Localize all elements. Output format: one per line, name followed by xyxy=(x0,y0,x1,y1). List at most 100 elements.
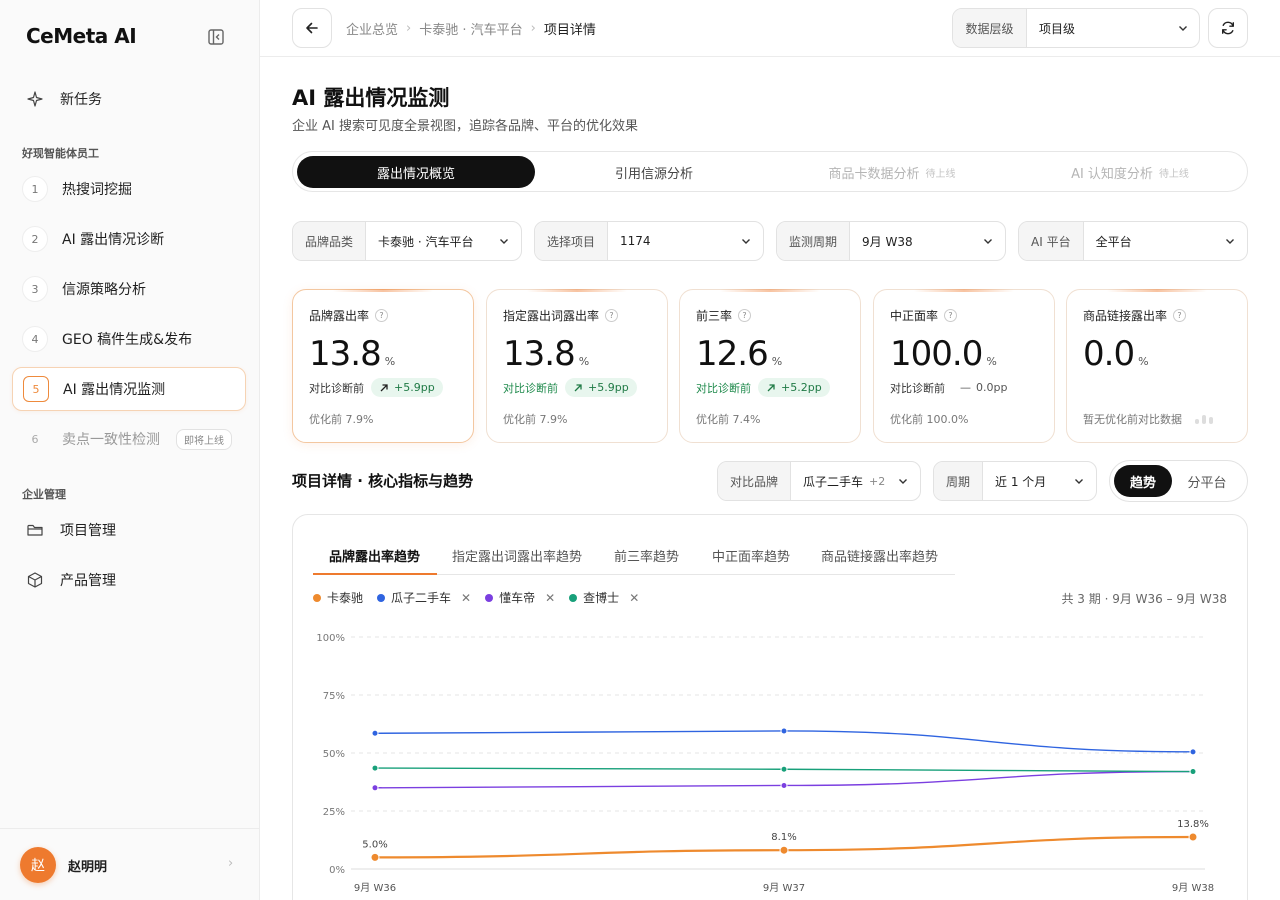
data-point xyxy=(371,764,379,772)
section-agents-title: 好现智能体员工 xyxy=(22,147,99,160)
view-mode-toggle: 趋势 分平台 xyxy=(1109,460,1248,502)
kpi-card-top3-rate[interactable]: 前三率? 12.6% 对比诊断前 +5.2pp 优化前 7.4% xyxy=(679,289,861,443)
toggle-trend[interactable]: 趋势 xyxy=(1114,465,1172,497)
comparison-label: 对比诊断前 xyxy=(696,381,751,395)
kpi-value: 13.8% xyxy=(309,334,395,374)
data-point xyxy=(370,852,380,862)
sidebar-item-exposure-diagnosis[interactable]: 2 AI 露出情况诊断 xyxy=(12,217,246,261)
kpi-value-number: 100.0 xyxy=(890,334,983,374)
kpi-name: 中正面率? xyxy=(890,307,958,324)
tab-label: 引用信源分析 xyxy=(614,166,693,182)
help-icon[interactable]: ? xyxy=(1173,309,1187,322)
back-button[interactable] xyxy=(292,8,332,48)
tab-product-card-analysis: 商品卡数据分析 待上线 xyxy=(773,156,1011,188)
kpi-before-value: 优化前 100.0% xyxy=(890,413,969,426)
filter-label: 品牌品类 xyxy=(293,222,367,260)
kpi-value-number: 12.6 xyxy=(696,334,769,374)
sidebar-item-label: GEO 稿件生成&发布 xyxy=(62,332,193,348)
data-point xyxy=(1189,748,1197,756)
kpi-card-keyword-exposure[interactable]: 指定露出词露出率? 13.8% 对比诊断前 +5.9pp 优化前 7.9% xyxy=(486,289,668,443)
y-tick-label: 100% xyxy=(316,633,345,644)
app-logo: CeMeta AI xyxy=(26,24,137,48)
delta-value: +5.2pp xyxy=(781,381,822,394)
breadcrumb-brand[interactable]: 卡泰驰 · 汽车平台 xyxy=(419,19,522,38)
sidebar-item-label: AI 露出情况诊断 xyxy=(62,232,165,248)
trend-chart-card: 品牌露出率趋势 指定露出词露出率趋势 前三率趋势 中正面率趋势 商品链接露出率趋… xyxy=(292,514,1248,900)
data-level-label: 数据层级 xyxy=(953,9,1027,47)
toggle-by-platform[interactable]: 分平台 xyxy=(1178,465,1236,497)
refresh-icon xyxy=(1222,21,1234,35)
ai-platform-select[interactable]: AI 平台 全平台 xyxy=(1018,221,1248,261)
y-tick-label: 75% xyxy=(323,691,345,702)
help-icon[interactable]: ? xyxy=(738,309,752,322)
kpi-unit: % xyxy=(578,355,590,368)
tab-source-analysis[interactable]: 引用信源分析 xyxy=(535,156,773,188)
breadcrumb-separator: › xyxy=(406,21,412,36)
data-label: 5.0% xyxy=(362,839,387,850)
kpi-name: 商品链接露出率? xyxy=(1083,307,1187,324)
delta-value: 0.0pp xyxy=(976,381,1008,394)
kpi-value-number: 13.8 xyxy=(503,334,576,374)
top-bar: 企业总览 › 卡泰驰 · 汽车平台 › 项目详情 数据层级 项目级 xyxy=(260,0,1280,57)
monitor-period-select[interactable]: 监测周期 9月 W38 xyxy=(776,221,1006,261)
refresh-button[interactable] xyxy=(1208,8,1248,48)
x-tick-label: 9月 W36 xyxy=(354,882,396,894)
section-enterprise-title: 企业管理 xyxy=(22,488,66,501)
sidebar-item-product-management[interactable]: 产品管理 xyxy=(12,558,246,602)
filter-label: 监测周期 xyxy=(777,222,851,260)
chevron-right-icon: › xyxy=(228,856,234,871)
user-profile-bar[interactable]: 赵 赵明明 › xyxy=(0,828,259,900)
data-level-value: 项目级 xyxy=(1039,21,1076,36)
data-point xyxy=(780,765,788,773)
arrow-left-icon xyxy=(306,22,318,34)
nav-number: 1 xyxy=(22,176,48,202)
period-select[interactable]: 周期 近 1 个月 xyxy=(933,461,1097,501)
new-task-button[interactable]: 新任务 xyxy=(12,77,246,121)
brand-category-select[interactable]: 品牌品类 卡泰驰 · 汽车平台 xyxy=(292,221,522,261)
kpi-before-value: 暂无优化前对比数据 xyxy=(1083,413,1182,426)
tab-ai-awareness-analysis: AI 认知度分析 待上线 xyxy=(1011,156,1249,188)
sidebar-item-geo-publish[interactable]: 4 GEO 稿件生成&发布 xyxy=(12,317,246,361)
y-tick-label: 50% xyxy=(323,749,345,760)
tab-label: 露出情况概览 xyxy=(376,166,455,182)
collapse-sidebar-icon[interactable] xyxy=(206,27,226,47)
project-select[interactable]: 选择项目 1174 xyxy=(534,221,764,261)
compare-brand-select[interactable]: 对比品牌 瓜子二手车 +2 xyxy=(717,461,921,501)
kpi-card-brand-exposure[interactable]: 品牌露出率? 13.8% 对比诊断前 +5.9pp 优化前 7.9% xyxy=(292,289,474,443)
sidebar-item-label: AI 露出情况监测 xyxy=(63,382,166,398)
chevron-down-icon xyxy=(886,462,920,500)
kpi-value: 13.8% xyxy=(503,334,589,374)
dash-icon: — xyxy=(960,381,971,394)
sidebar-item-label: 产品管理 xyxy=(60,573,116,589)
data-label: 13.8% xyxy=(1177,819,1209,830)
tab-exposure-overview[interactable]: 露出情况概览 xyxy=(297,156,535,188)
sidebar-item-exposure-monitor[interactable]: 5 AI 露出情况监测 xyxy=(12,367,246,411)
trend-up-icon xyxy=(380,383,388,391)
data-point xyxy=(780,781,788,789)
breadcrumb: 企业总览 › 卡泰驰 · 汽车平台 › 项目详情 xyxy=(346,19,596,38)
avatar: 赵 xyxy=(20,847,56,883)
breadcrumb-enterprise-overview[interactable]: 企业总览 xyxy=(346,19,398,38)
help-icon[interactable]: ? xyxy=(944,309,958,322)
kpi-card-positive-rate[interactable]: 中正面率? 100.0% 对比诊断前 — 0.0pp 优化前 100.0% xyxy=(873,289,1055,443)
filter-value: 瓜子二手车 +2 xyxy=(791,462,886,500)
kpi-value: 0.0% xyxy=(1083,334,1149,374)
kpi-card-product-link-exposure[interactable]: 商品链接露出率? 0.0% 暂无优化前对比数据 xyxy=(1066,289,1248,443)
kpi-comparison: 对比诊断前 +5.9pp xyxy=(503,378,637,397)
sidebar-item-project-management[interactable]: 项目管理 xyxy=(12,508,246,552)
delta-badge: +5.9pp xyxy=(371,378,443,397)
help-icon[interactable]: ? xyxy=(375,309,389,322)
sidebar-item-hot-keywords[interactable]: 1 热搜词挖掘 xyxy=(12,167,246,211)
kpi-comparison: 对比诊断前 +5.2pp xyxy=(696,378,830,397)
sparkle-icon xyxy=(24,88,46,110)
sidebar-item-source-strategy[interactable]: 3 信源策略分析 xyxy=(12,267,246,311)
page-subtitle: 企业 AI 搜索可见度全景视图，追踪各品牌、平台的优化效果 xyxy=(292,119,638,134)
kpi-comparison: 对比诊断前 +5.9pp xyxy=(309,378,443,397)
kpi-unit: % xyxy=(1138,355,1149,368)
help-icon[interactable]: ? xyxy=(605,309,619,322)
kpi-before-value: 优化前 7.9% xyxy=(309,413,374,426)
kpi-value-number: 0.0 xyxy=(1083,334,1135,374)
compare-extra-count: +2 xyxy=(869,474,886,488)
folder-icon xyxy=(24,519,46,541)
data-level-select[interactable]: 数据层级 项目级 xyxy=(952,8,1200,48)
